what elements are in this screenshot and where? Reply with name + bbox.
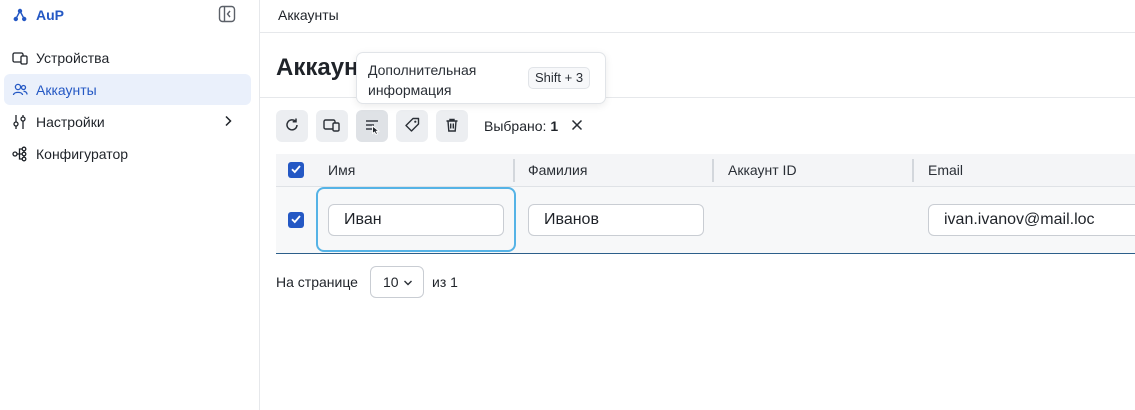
- per-page-label: На странице: [276, 274, 358, 290]
- last-name-input[interactable]: [528, 204, 704, 236]
- sidebar-item-accounts[interactable]: Аккаунты: [4, 74, 251, 105]
- brand[interactable]: AuP: [12, 4, 64, 26]
- devices-icon: [323, 117, 341, 136]
- trash-icon: [444, 117, 460, 136]
- refresh-icon: [284, 117, 300, 136]
- column-resize-handle[interactable]: [912, 159, 914, 182]
- sidebar-item-devices[interactable]: Устройства: [4, 42, 251, 73]
- column-header-last-name[interactable]: Фамилия: [528, 162, 587, 178]
- sidebar-item-configurator[interactable]: Конфигуратор: [4, 138, 251, 169]
- check-icon: [290, 162, 302, 178]
- table-header: Имя Фамилия Аккаунт ID Email: [276, 154, 1135, 187]
- devices-button[interactable]: [316, 110, 348, 142]
- select-all-checkbox[interactable]: [288, 162, 304, 178]
- sidebar-item-label: Настройки: [36, 113, 105, 130]
- per-page-value: 10: [383, 274, 399, 290]
- page-total: из 1: [432, 274, 458, 290]
- selected-number: 1: [550, 118, 559, 134]
- page-title: Аккаунты: [276, 54, 358, 81]
- sidebar-nav: Устройства Аккаунты Настройки Конфигурат…: [4, 42, 251, 170]
- refresh-button[interactable]: [276, 110, 308, 142]
- breadcrumb[interactable]: Аккаунты: [278, 7, 339, 23]
- clear-selection-button[interactable]: [569, 118, 585, 134]
- tags-button[interactable]: [396, 110, 428, 142]
- selected-count: Выбрано: 1: [484, 118, 558, 134]
- configurator-icon: [12, 146, 28, 162]
- tooltip: Дополнительная информация Shift + 3: [356, 52, 606, 104]
- sidebar-item-label: Конфигуратор: [36, 145, 129, 162]
- details-icon: [363, 117, 381, 136]
- tag-icon: [404, 117, 420, 136]
- topbar: Аккаунты: [260, 0, 1135, 33]
- app-name: AuP: [36, 7, 64, 23]
- sidebar-item-settings[interactable]: Настройки: [4, 106, 251, 137]
- per-page-select[interactable]: 10: [370, 266, 424, 298]
- column-header-account-id[interactable]: Аккаунт ID: [728, 162, 797, 178]
- collapse-sidebar-button[interactable]: [217, 5, 237, 25]
- selected-label: Выбрано:: [484, 118, 547, 134]
- column-resize-handle[interactable]: [712, 159, 714, 182]
- sidebar: AuP Устройства Аккаунты Настройки Конфиг…: [0, 0, 260, 410]
- column-resize-handle[interactable]: [513, 159, 515, 182]
- column-header-first-name[interactable]: Имя: [328, 162, 355, 178]
- sidebar-collapse-icon: [218, 5, 236, 26]
- chevron-down-icon: [403, 274, 413, 290]
- column-header-email[interactable]: Email: [928, 162, 963, 178]
- first-name-input[interactable]: [328, 204, 504, 236]
- table-row[interactable]: [276, 187, 1135, 254]
- devices-icon: [12, 50, 28, 66]
- sliders-icon: [12, 114, 28, 130]
- row-checkbox[interactable]: [288, 212, 304, 228]
- sidebar-item-label: Устройства: [36, 49, 110, 66]
- close-icon: [571, 118, 583, 134]
- check-icon: [290, 212, 302, 228]
- users-icon: [12, 82, 28, 98]
- email-input[interactable]: [928, 204, 1135, 236]
- delete-button[interactable]: [436, 110, 468, 142]
- additional-info-button[interactable]: [356, 110, 388, 142]
- logo-icon: [12, 7, 28, 23]
- keyboard-shortcut: Shift + 3: [528, 67, 591, 89]
- chevron-right-icon: [221, 114, 235, 128]
- tooltip-text: Дополнительная информация: [368, 62, 477, 98]
- sidebar-item-label: Аккаунты: [36, 81, 97, 98]
